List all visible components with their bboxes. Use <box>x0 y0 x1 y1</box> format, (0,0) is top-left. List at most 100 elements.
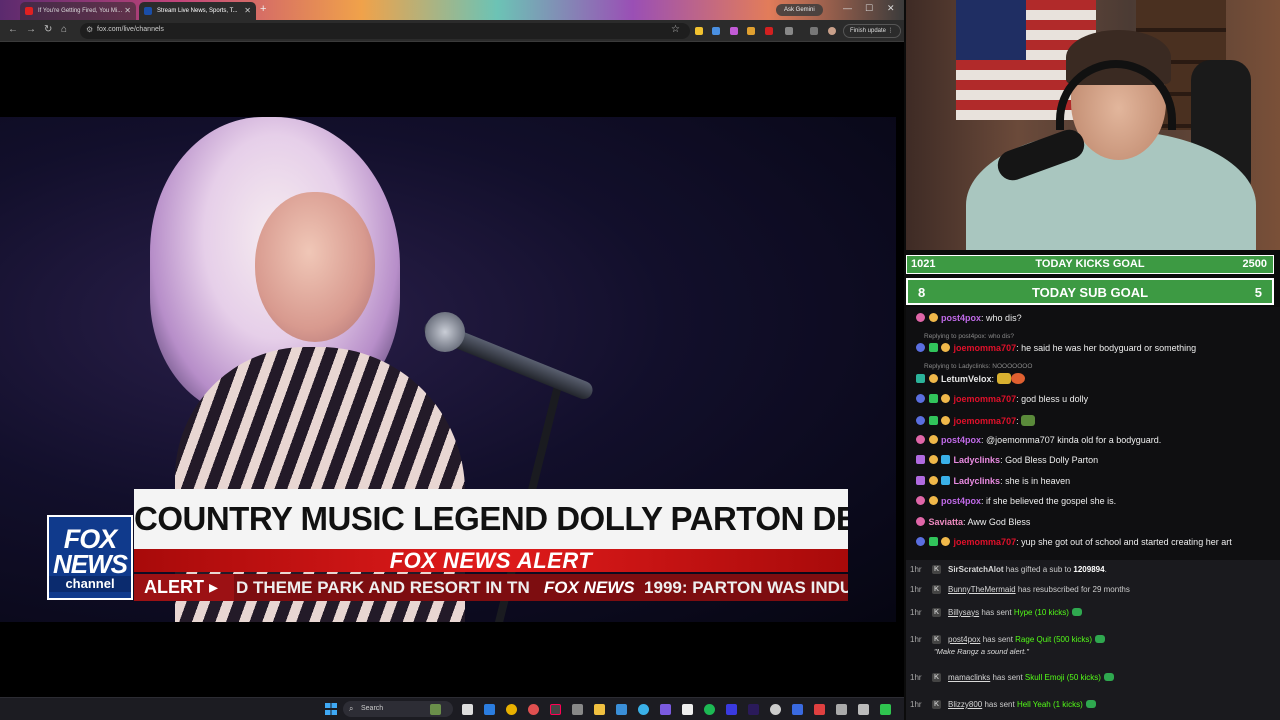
chat-text: : she is in heaven <box>1000 476 1071 486</box>
event-user[interactable]: Blizzy800 <box>948 700 982 709</box>
extension-icon[interactable] <box>765 27 773 35</box>
chat-message: Ladyclinks: she is in heaven <box>916 476 1280 486</box>
emote-badge-icon <box>941 537 951 546</box>
chat-username[interactable]: LetumVelox <box>941 374 992 384</box>
sub-goal-bar: TODAY SUB GOAL 8 5 <box>906 278 1274 305</box>
event-body: Billysays has sent Hype (10 kicks) <box>948 608 1082 617</box>
fox-icon <box>144 7 152 15</box>
reply-context: Replying to Ladyclinks: NOOOOOOO <box>924 363 1033 370</box>
kick-logo-icon: K <box>932 585 941 594</box>
forward-icon[interactable]: → <box>26 24 36 35</box>
kick-icon[interactable] <box>880 704 891 715</box>
finish-update-label: Finish update <box>850 28 887 34</box>
app-icon[interactable] <box>770 704 781 715</box>
tab-strip: If You're Getting Fired, You Mi... ✕ Str… <box>0 0 904 20</box>
app-icon[interactable] <box>572 704 583 715</box>
chat-username[interactable]: Ladyclinks <box>954 455 1001 465</box>
tab-fox-live[interactable]: Stream Live News, Sports, T... ✕ <box>139 2 256 20</box>
stream-layout: If You're Getting Fired, You Mi... ✕ Str… <box>0 0 1280 720</box>
event-highlight: Hype (10 kicks) <box>1013 608 1069 617</box>
task-view-icon[interactable] <box>462 704 473 715</box>
chat-username[interactable]: joemomma707 <box>954 394 1017 404</box>
event-note: "Make Rangz a sound alert." <box>934 647 1029 656</box>
chat-username[interactable]: post4pox <box>941 435 981 445</box>
badge-icon <box>916 435 925 444</box>
chat-username[interactable]: post4pox <box>941 313 981 323</box>
event-text: has resubscribed for 29 months <box>1015 585 1130 594</box>
taskbar-search-label: Search <box>361 705 384 712</box>
side-panel-icon[interactable] <box>810 27 818 35</box>
edge-icon[interactable] <box>484 704 495 715</box>
chat-text: : God Bless Dolly Parton <box>1000 455 1099 465</box>
extension-icon[interactable] <box>695 27 703 35</box>
app-icon[interactable] <box>814 704 825 715</box>
site-info-icon[interactable]: ⚙ <box>86 25 93 34</box>
event-user[interactable]: mamaclinks <box>948 673 990 682</box>
close-window-icon[interactable]: ✕ <box>887 3 895 14</box>
event-body: mamaclinks has sent Skull Emoji (50 kick… <box>948 673 1114 682</box>
obs-icon[interactable] <box>550 704 561 715</box>
weather-widget-icon[interactable] <box>430 704 441 715</box>
ticker-text-after: 1999: PARTON WAS INDUCTED <box>644 578 848 597</box>
extension-icon[interactable] <box>712 27 720 35</box>
event-user[interactable]: Billysays <box>948 608 979 617</box>
close-tab-icon[interactable]: ✕ <box>124 2 131 20</box>
chrome-icon[interactable] <box>506 704 517 715</box>
bookmark-star-icon[interactable]: ☆ <box>671 24 680 35</box>
back-icon[interactable]: ← <box>8 24 18 35</box>
video-microphone-head <box>425 312 465 352</box>
premiere-icon[interactable] <box>748 704 759 715</box>
app-icon[interactable] <box>726 704 737 715</box>
chat-username[interactable]: joemomma707 <box>954 416 1017 426</box>
maximize-icon[interactable]: ☐ <box>865 3 873 14</box>
event-user[interactable]: BunnyTheMermaid <box>948 585 1016 594</box>
ask-gemini-button[interactable]: Ask Gemini <box>776 4 823 16</box>
extension-icon[interactable] <box>730 27 738 35</box>
emote-badge-icon <box>928 313 938 322</box>
chat-username[interactable]: post4pox <box>941 496 981 506</box>
tab-youtube-video[interactable]: If You're Getting Fired, You Mi... ✕ <box>20 2 136 20</box>
profile-avatar[interactable] <box>828 27 836 35</box>
reply-context: Replying to post4pox: who dis? <box>924 333 1014 340</box>
file-explorer-icon[interactable] <box>594 704 605 715</box>
minimize-icon[interactable]: — <box>843 3 852 13</box>
chat-username[interactable]: Ladyclinks <box>954 476 1001 486</box>
browser-window: If You're Getting Fired, You Mi... ✕ Str… <box>0 0 904 697</box>
close-tab-icon[interactable]: ✕ <box>244 2 251 20</box>
app-icon[interactable] <box>792 704 803 715</box>
app-icon[interactable] <box>638 704 649 715</box>
browser-toolbar: ← → ↻ ⌂ ⚙ fox.com/live/channels ☆ Finish… <box>0 20 904 42</box>
event-user[interactable]: post4pox <box>948 635 980 644</box>
app-icon[interactable] <box>616 704 627 715</box>
chat-username[interactable]: joemomma707 <box>954 343 1017 353</box>
finish-update-button[interactable]: Finish update ⋮ <box>843 24 901 38</box>
home-icon[interactable]: ⌂ <box>61 24 67 35</box>
app-icon[interactable] <box>858 704 869 715</box>
reload-icon[interactable]: ↻ <box>44 24 52 35</box>
extensions-puzzle-icon[interactable] <box>785 27 793 35</box>
badge-icon <box>916 343 925 352</box>
app-icon[interactable] <box>682 704 693 715</box>
discord-icon[interactable] <box>660 704 671 715</box>
spotify-icon[interactable] <box>704 704 715 715</box>
app-icon[interactable] <box>528 704 539 715</box>
badge-icon <box>928 343 938 352</box>
event-text: has sent <box>980 635 1016 644</box>
chat-username[interactable]: joemomma707 <box>954 537 1017 547</box>
chat-text: : yup she got out of school and started … <box>1016 537 1232 547</box>
windows-start-icon[interactable] <box>325 703 337 715</box>
address-bar[interactable]: ⚙ fox.com/live/channels ☆ <box>80 23 690 39</box>
app-icon[interactable] <box>836 704 847 715</box>
windows-taskbar: ⌕ Search <box>0 697 904 720</box>
chat-panel: post4pox: who dis? Replying to post4pox:… <box>906 307 1280 560</box>
event-suffix: . <box>1104 565 1107 574</box>
event-highlight: Rage Quit (500 kicks) <box>1015 635 1093 644</box>
chat-username[interactable]: Saviatta <box>929 517 964 527</box>
ticker-brand: FOX NEWS <box>543 578 635 597</box>
news-headline: COUNTRY MUSIC LEGEND DOLLY PARTON DEAD A… <box>134 489 848 549</box>
ticker-text-before: D THEME PARK AND RESORT IN TN <box>236 578 530 597</box>
new-tab-button[interactable]: + <box>260 3 266 15</box>
extension-icon[interactable] <box>747 27 755 35</box>
chat-message: joemomma707: he said he was her bodyguar… <box>916 343 1280 353</box>
event-user[interactable]: SirScratchAlot <box>948 565 1004 574</box>
